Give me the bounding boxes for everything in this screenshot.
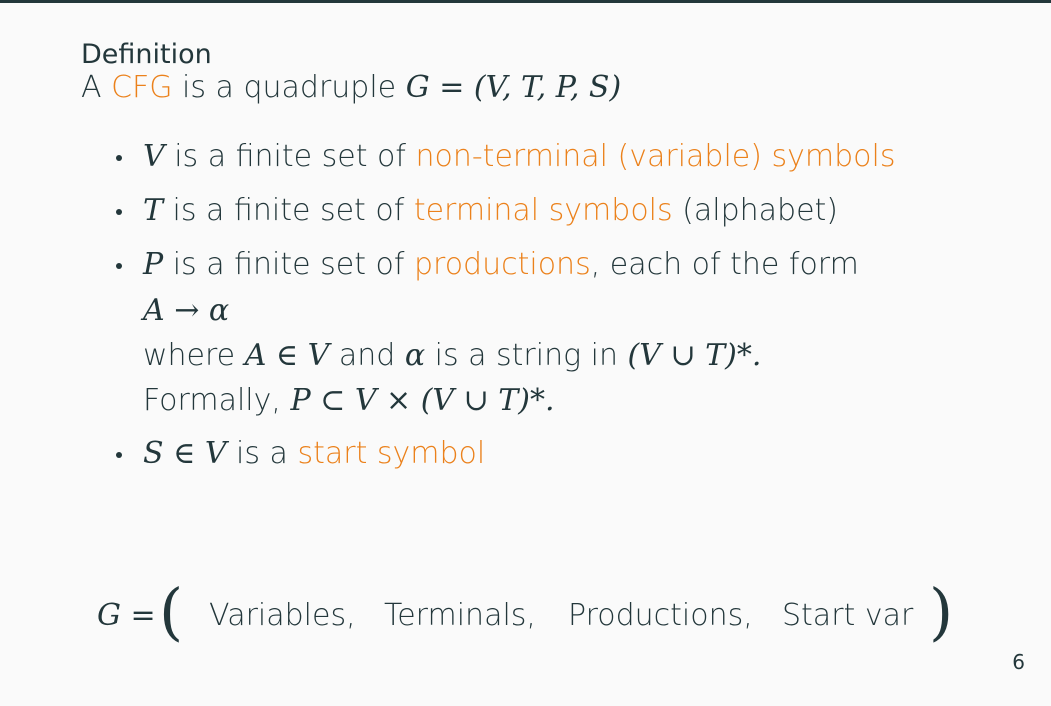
where-text: is a string in: [425, 338, 628, 373]
bullet-highlight: start symbol: [297, 436, 486, 471]
bullet-text: is a finite set of: [163, 193, 414, 228]
tuple-item-variables: Variables,: [209, 598, 356, 633]
open-paren: (: [159, 575, 184, 648]
where-text: and: [329, 338, 405, 373]
bullet-var: S ∈ V: [143, 436, 227, 471]
bullet-highlight: terminal symbols: [413, 193, 673, 228]
intro-tuple: G = (V, T, P, S): [405, 70, 622, 105]
cfg-term: CFG: [111, 70, 173, 105]
where-math: A ∈ V: [244, 338, 330, 373]
bullet-var: P: [143, 247, 164, 282]
formally-line: Formally, P ⊂ V × (V ∪ T)*.: [143, 383, 555, 419]
tuple-item-terminals: Terminals,: [384, 598, 536, 633]
where-math: (V ∪ T)*.: [627, 338, 762, 373]
definition-title: Definition: [81, 39, 212, 70]
bullet-dot: [116, 155, 122, 161]
bullet-text: is a: [226, 436, 298, 471]
bullet-variables: V is a finite set of non-terminal (varia…: [143, 139, 895, 175]
intro-middle: is a quadruple: [172, 70, 406, 105]
tuple-lhs: G =: [97, 598, 156, 633]
close-paren: ): [929, 575, 954, 648]
bullet-dot: [116, 263, 122, 269]
bullet-terminals: T is a finite set of terminal symbols (a…: [143, 193, 838, 229]
where-math: α: [404, 338, 426, 373]
bullet-highlight: productions: [413, 247, 591, 282]
where-line: where A ∈ V and α is a string in (V ∪ T)…: [143, 338, 761, 374]
intro-prefix: A: [81, 70, 112, 105]
formally-math: P ⊂ V × (V ∪ T)*.: [290, 383, 555, 418]
bullet-dot: [116, 452, 122, 458]
page-number: 6: [1012, 650, 1025, 674]
bullet-var: T: [143, 193, 164, 228]
bullet-var: V: [143, 139, 165, 174]
bullet-suffix: (alphabet): [672, 193, 839, 228]
tuple-item-productions: Productions,: [568, 598, 753, 633]
bullet-suffix: , each of the form: [590, 247, 859, 282]
bullet-text: is a finite set of: [163, 247, 414, 282]
production-form: A → α: [143, 293, 230, 328]
bullet-productions: P is a finite set of productions, each o…: [143, 247, 859, 283]
bullet-highlight: non-terminal (variable) symbols: [415, 139, 896, 174]
bullet-start: S ∈ V is a start symbol: [143, 436, 485, 472]
bullet-text: is a finite set of: [164, 139, 416, 174]
top-border: [0, 0, 1051, 3]
formally-text: Formally,: [143, 383, 291, 418]
definition-intro: A CFG is a quadruple G = (V, T, P, S): [81, 70, 621, 106]
tuple-item-start-var: Start var: [782, 598, 914, 633]
bullet-dot: [116, 209, 122, 215]
where-text: where: [143, 338, 245, 373]
